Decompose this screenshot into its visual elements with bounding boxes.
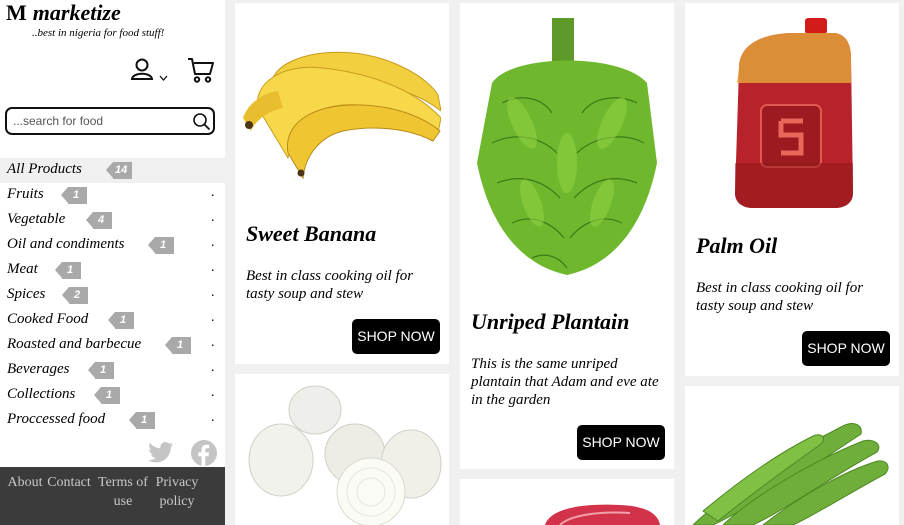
category-dot: .	[211, 260, 215, 275]
category-label: Meat	[7, 261, 38, 277]
category-count-badge: 1	[108, 312, 134, 329]
product-description: Best in class cooking oil for tasty soup…	[696, 280, 864, 314]
search-box	[5, 107, 215, 135]
category-count-badge: 1	[165, 337, 191, 354]
cart-icon[interactable]	[187, 56, 215, 84]
category-label: Proccessed food	[7, 411, 106, 427]
footer-privacy-link[interactable]: Privacy policy	[151, 473, 203, 511]
category-dot: .	[211, 335, 215, 350]
category-collections[interactable]: Collections 1.	[0, 383, 225, 408]
twitter-icon[interactable]	[148, 440, 174, 464]
category-count-badge: 2	[62, 287, 88, 304]
product-card-okra[interactable]	[685, 386, 899, 525]
product-card-sweet-banana[interactable]: Sweet Banana Best in class cooking oil f…	[235, 3, 449, 364]
brand-tagline: ..best in nigeria for food stuff!	[32, 27, 165, 39]
category-count-badge: 1	[148, 237, 174, 254]
palm-oil-image	[735, 18, 853, 208]
product-card-palm-oil[interactable]: Palm Oil Best in class cooking oil for t…	[685, 3, 899, 376]
product-description: This is the same unriped plantain that A…	[471, 356, 659, 408]
category-dot: .	[211, 210, 215, 225]
category-count-badge: 1	[55, 262, 81, 279]
product-card-unriped-plantain[interactable]: Unriped Plantain This is the same unripe…	[460, 3, 674, 469]
category-label: All Products	[7, 161, 82, 177]
meat-image	[545, 504, 660, 525]
category-count-badge: 14	[105, 162, 133, 179]
sidebar: Mmarketize ..best in nigeria for food st…	[0, 0, 225, 525]
user-account-button[interactable]	[130, 58, 168, 84]
category-label: Cooked Food	[7, 311, 89, 327]
user-icon	[130, 58, 154, 80]
category-beverages[interactable]: Beverages 1.	[0, 358, 225, 383]
product-title: Sweet Banana	[246, 221, 377, 246]
category-spices[interactable]: Spices 2.	[0, 283, 225, 308]
facebook-icon[interactable]	[191, 440, 217, 466]
category-proccessed-food[interactable]: Proccessed food 1.	[0, 408, 225, 433]
category-dot: .	[211, 360, 215, 375]
shop-now-button[interactable]: SHOP NOW	[802, 331, 890, 366]
footer-terms-link[interactable]: Terms of use	[93, 473, 153, 511]
category-label: Fruits	[7, 186, 44, 202]
product-title: Unriped Plantain	[471, 309, 630, 334]
chevron-down-icon	[159, 75, 168, 81]
category-fruits[interactable]: Fruits 1.	[0, 183, 225, 208]
footer: About Contact Terms of use Privacy polic…	[0, 467, 225, 525]
shop-now-button[interactable]: SHOP NOW	[352, 319, 440, 354]
category-count-badge: 1	[94, 387, 120, 404]
shop-now-button[interactable]: SHOP NOW	[577, 425, 665, 460]
category-cooked-food[interactable]: Cooked Food 1.	[0, 308, 225, 333]
category-roasted-and-barbecue[interactable]: Roasted and barbecue 1.	[0, 333, 225, 358]
product-card-onion[interactable]	[235, 374, 449, 525]
category-count-badge: 1	[129, 412, 155, 429]
footer-contact-link[interactable]: Contact	[44, 473, 94, 492]
category-dot: .	[211, 310, 215, 325]
plantain-image	[477, 18, 657, 275]
brand-name: marketize	[32, 0, 121, 25]
category-dot: .	[211, 235, 215, 250]
category-all-products[interactable]: All Products 14	[0, 158, 225, 183]
category-dot: .	[211, 410, 215, 425]
category-dot: .	[211, 185, 215, 200]
category-vegetable[interactable]: Vegetable 4.	[0, 208, 225, 233]
banana-image	[243, 51, 441, 180]
category-label: Beverages	[7, 361, 70, 377]
category-count-badge: 4	[86, 212, 112, 229]
category-count-badge: 1	[61, 187, 87, 204]
category-label: Oil and condiments	[7, 236, 125, 252]
category-dot: .	[211, 385, 215, 400]
category-list: All Products 14 Fruits 1. Vegetable 4. Oil …	[0, 158, 225, 433]
footer-about-link[interactable]: About	[3, 473, 47, 492]
logo-letter: M	[6, 0, 27, 25]
category-label: Spices	[7, 286, 46, 302]
search-icon[interactable]	[192, 112, 211, 131]
product-description: Best in class cooking oil for tasty soup…	[246, 268, 414, 302]
brand-logo[interactable]: Mmarketize	[6, 0, 121, 26]
okra-image	[693, 423, 889, 525]
category-label: Vegetable	[7, 211, 66, 227]
category-meat[interactable]: Meat 1.	[0, 258, 225, 283]
category-dot: .	[211, 285, 215, 300]
onion-image	[248, 385, 442, 525]
product-title: Palm Oil	[696, 233, 778, 258]
product-card-meat[interactable]	[460, 479, 674, 525]
category-count-badge: 1	[88, 362, 114, 379]
category-oil-and-condiments[interactable]: Oil and condiments 1.	[0, 233, 225, 258]
category-label: Roasted and barbecue	[7, 336, 142, 352]
category-label: Collections	[7, 386, 76, 402]
search-input[interactable]	[13, 112, 188, 130]
